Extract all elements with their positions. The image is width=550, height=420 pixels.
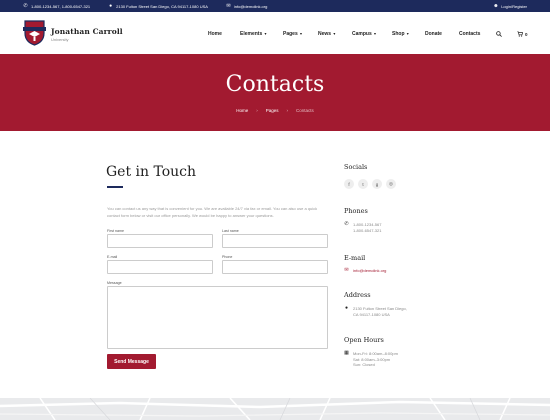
login-register-label[interactable]: Login/Register [501, 4, 527, 9]
nav-label[interactable]: Campus [352, 31, 372, 37]
cart-count: 0 [525, 31, 528, 37]
social-links: f t g ◎ [344, 179, 400, 189]
topbar-email-link[interactable]: info@demolink.org [234, 4, 267, 9]
hours-line: Sun: Closed [353, 362, 375, 367]
cart-button[interactable]: 0 [517, 31, 528, 37]
nav-label[interactable]: Donate [425, 31, 442, 37]
first-name-field[interactable] [107, 234, 213, 248]
topbar-address-text: 2130 Fulton Street San Diego, CA 94117-1… [116, 3, 208, 9]
last-name-label: Last name [222, 229, 239, 233]
facebook-icon[interactable]: f [344, 179, 354, 189]
heading-divider [107, 186, 123, 188]
location-icon: ● [109, 2, 113, 9]
email-row: ✉ info@demolink.org [344, 268, 386, 274]
breadcrumb-separator-icon: › [256, 108, 258, 113]
twitter-icon[interactable]: t [358, 179, 368, 189]
email-heading: E-mail [344, 254, 366, 262]
nav-label[interactable]: Shop [392, 31, 405, 37]
chevron-down-icon: ▼ [263, 32, 268, 36]
nav-item-pages[interactable]: Pages ▼ [283, 31, 303, 37]
topbar-phones-text: 1-800-1234-567, 1-800-6547-321 [31, 3, 91, 9]
breadcrumb-current: Contacts [296, 108, 314, 113]
send-message-button[interactable]: Send Message [107, 354, 156, 369]
login-register-link[interactable]: ☻ Login/Register [493, 0, 527, 12]
message-textarea[interactable] [107, 286, 328, 349]
address-row: ● 2130 Fulton Street San Diego, CA 94117… [344, 306, 407, 317]
email-field[interactable] [107, 260, 213, 274]
mail-icon: ✉ [344, 267, 349, 273]
nav-label[interactable]: Home [208, 31, 222, 37]
breadcrumb-home[interactable]: Home [236, 108, 248, 113]
chevron-down-icon: ▼ [373, 32, 377, 36]
message-label: Message [107, 281, 122, 285]
nav-item-elements[interactable]: Elements ▼ [240, 31, 267, 37]
main-nav: Home Elements ▼ Pages ▼ News ▼ Campus ▼ Shop… [0, 31, 550, 41]
email-link[interactable]: info@demolink.org [353, 268, 386, 274]
nav-item-donate[interactable]: Donate [425, 31, 442, 37]
search-icon[interactable] [496, 31, 502, 37]
nav-label[interactable]: Pages [283, 31, 298, 37]
nav-item-home[interactable]: Home [208, 31, 222, 37]
user-icon: ☻ [493, 3, 499, 9]
phone-number[interactable]: 1-800-6547-321 [353, 228, 381, 234]
instagram-icon[interactable]: ◎ [386, 179, 396, 189]
phone-icon: ✆ [344, 221, 349, 227]
breadcrumb-pages[interactable]: Pages [266, 108, 279, 113]
cart-icon[interactable] [517, 31, 523, 37]
intro-text: You can contact us any way that is conve… [107, 206, 318, 218]
chevron-down-icon: ▼ [406, 32, 410, 36]
phone-label: Phone [222, 255, 233, 259]
mail-icon: ✉ [226, 2, 231, 9]
search-button[interactable] [496, 31, 502, 37]
chevron-down-icon: ▼ [332, 32, 337, 36]
phone-icon: ✆ [23, 2, 28, 9]
email-label: E-mail [107, 255, 118, 259]
hours-line: Mon-Fri: 8:00am–8:00pm [353, 351, 398, 356]
topbar-address: ● 2130 Fulton Street San Diego, CA 94117… [108, 2, 208, 9]
topbar-email[interactable]: ✉ info@demolink.org [226, 2, 267, 9]
socials-heading: Socials [344, 163, 368, 171]
hours-row: ▦ Mon-Fri: 8:00am–8:00pm Sat: 8:00am–3:0… [344, 351, 398, 368]
hours-heading: Open Hours [344, 336, 384, 344]
top-info-bar: ✆ 1-800-1234-567, 1-800-6547-321 ● 2130 … [0, 0, 550, 12]
phone-number[interactable]: 1-800-1234-567 [353, 222, 381, 228]
address-line-1[interactable]: 2130 Fulton Street San Diego, [353, 306, 407, 312]
chevron-down-icon: ▼ [299, 32, 303, 36]
nav-label[interactable]: News [318, 31, 331, 37]
address-heading: Address [344, 291, 371, 299]
nav-item-contacts[interactable]: Contacts [459, 31, 480, 37]
phone-row: ✆ 1-800-1234-567 1-800-6547-321 [344, 222, 381, 233]
nav-item-news[interactable]: News ▼ [318, 31, 336, 37]
location-map[interactable] [0, 398, 550, 420]
first-name-label: First name [107, 229, 124, 233]
breadcrumb-separator-icon: › [286, 108, 289, 113]
phones-heading: Phones [344, 207, 368, 215]
nav-label[interactable]: Contacts [459, 31, 480, 37]
site-header: Jonathan Carroll University Home Element… [0, 12, 550, 54]
location-pin-icon: ● [344, 305, 349, 311]
page-title: Contacts [225, 72, 325, 97]
google-plus-icon[interactable]: g [372, 179, 382, 189]
page-hero: Contacts Home › Pages › Contacts [0, 54, 550, 131]
nav-label[interactable]: Elements [240, 31, 262, 37]
section-heading: Get in Touch [106, 164, 197, 180]
address-line-2[interactable]: CA 94117-1080 USA [353, 312, 407, 318]
nav-item-campus[interactable]: Campus ▼ [352, 31, 377, 37]
map-roads [0, 398, 550, 420]
last-name-field[interactable] [222, 234, 328, 248]
breadcrumb: Home › Pages › Contacts [0, 108, 550, 113]
topbar-phones: ✆ 1-800-1234-567, 1-800-6547-321 [23, 2, 91, 9]
phone-field[interactable] [222, 260, 328, 274]
calendar-icon: ▦ [344, 350, 349, 356]
nav-item-shop[interactable]: Shop ▼ [392, 31, 409, 37]
